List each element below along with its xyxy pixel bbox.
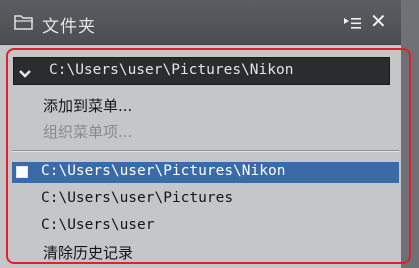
panel-menu-icon[interactable]: [344, 16, 362, 35]
organize-favorites-item: 组织菜单项...: [43, 123, 133, 141]
history-item[interactable]: C:\Users\user: [41, 217, 155, 233]
add-to-favorites-item[interactable]: 添加到菜单...: [43, 95, 132, 116]
folder-panel: 文件夹 ✕ C:\Users\user\Pictures\Nikon 添加到菜单…: [0, 0, 419, 268]
history-path: C:\Users\user\Pictures\Nikon: [41, 163, 286, 179]
history-item[interactable]: C:\Users\user\Pictures: [41, 190, 233, 206]
menu-divider: [12, 150, 399, 152]
panel-titlebar: 文件夹 ✕: [0, 0, 401, 45]
path-dropdown[interactable]: C:\Users\user\Pictures\Nikon: [13, 57, 390, 85]
chevron-down-icon[interactable]: [18, 65, 32, 84]
current-path: C:\Users\user\Pictures\Nikon: [49, 62, 294, 78]
close-icon[interactable]: ✕: [370, 11, 387, 31]
folder-icon: [14, 14, 34, 34]
clear-history-item[interactable]: 清除历史记录: [43, 242, 133, 263]
panel-title: 文件夹: [42, 17, 96, 37]
history-item-selected[interactable]: C:\Users\user\Pictures\Nikon: [12, 162, 399, 183]
checkbox-icon: [16, 166, 28, 178]
